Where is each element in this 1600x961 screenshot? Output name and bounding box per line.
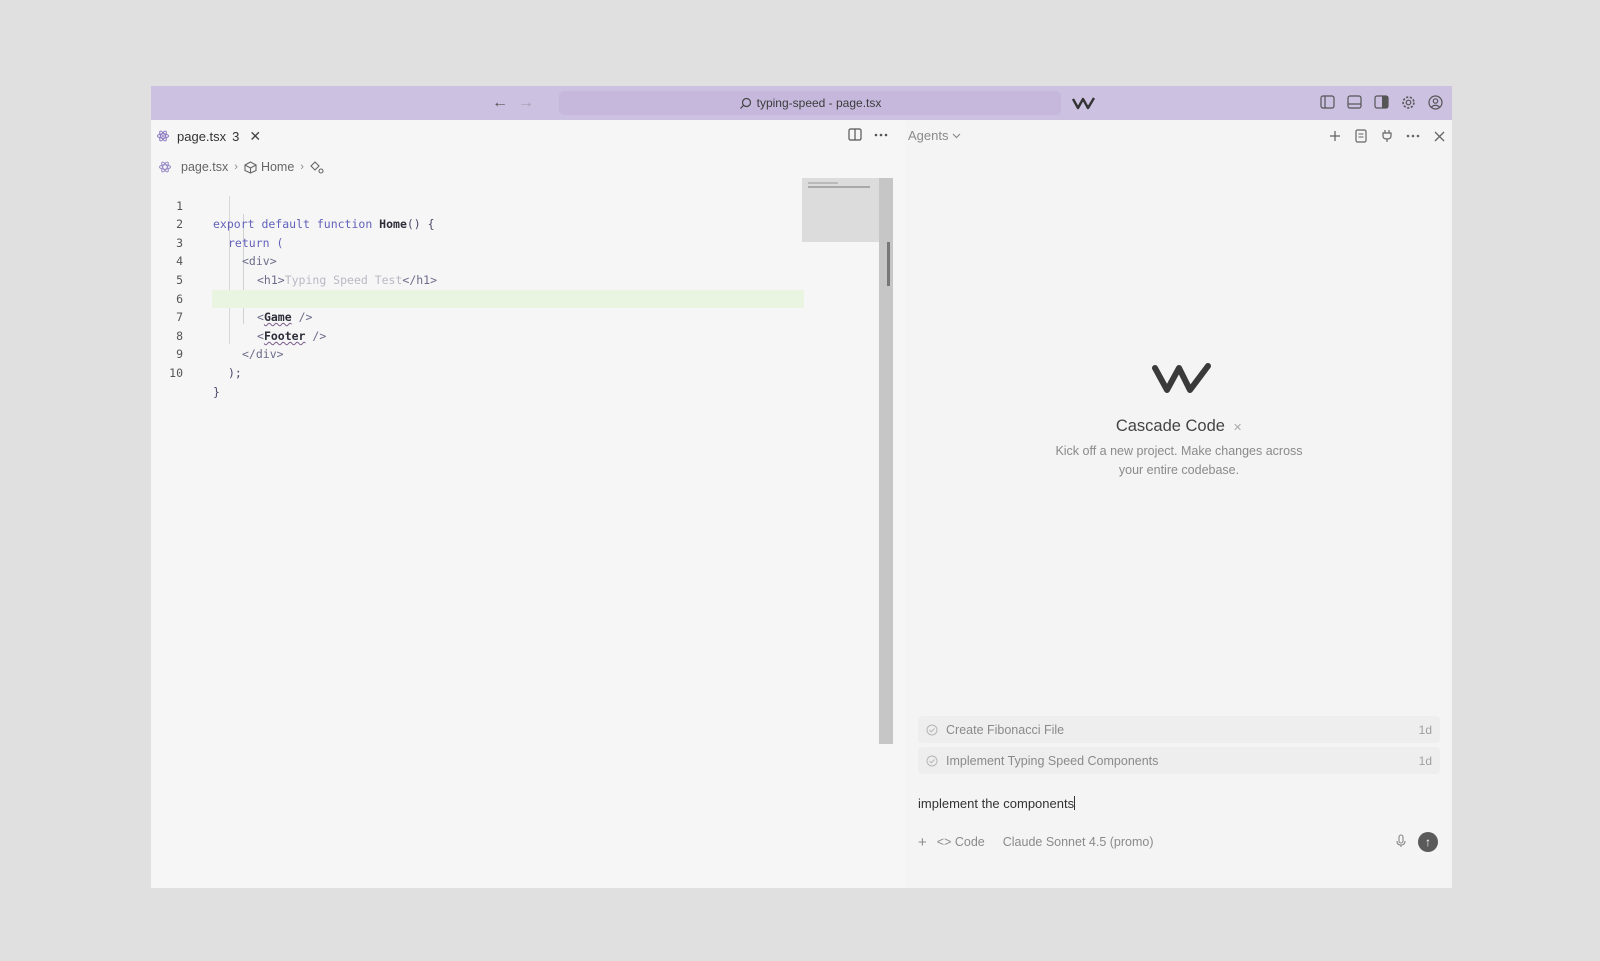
react-file-icon <box>159 161 171 173</box>
code-line: 1 export default function Home() { <box>151 178 811 232</box>
line-number: 10 <box>169 365 183 380</box>
minimap[interactable] <box>802 178 880 242</box>
check-circle-icon <box>926 724 938 735</box>
code-line: 2 return ( <box>151 197 811 250</box>
cascade-welcome: Cascade Code ✕ Kick off a new project. Ma… <box>906 360 1452 480</box>
send-button[interactable]: ↑ <box>1418 832 1438 852</box>
back-arrow-icon[interactable]: ← <box>489 92 511 114</box>
breadcrumb-file[interactable]: page.tsx <box>181 160 228 174</box>
toggle-primary-sidebar-icon[interactable] <box>1318 93 1336 111</box>
minimap-line <box>808 182 838 184</box>
history-age: 1d <box>1418 722 1432 737</box>
code-line: 6 <Game /> <box>151 271 811 325</box>
mode-selector[interactable]: <> Code <box>937 835 985 849</box>
breadcrumb: page.tsx › Home › <box>159 157 325 177</box>
tab-problem-count: 3 <box>232 128 240 144</box>
tab-close-icon[interactable]: ✕ <box>249 128 261 145</box>
chat-input-box: implement the components + <> Code Claud… <box>906 780 1452 888</box>
chat-input[interactable]: implement the components <box>918 796 1075 811</box>
editor-scrollbar[interactable] <box>879 178 893 744</box>
layout-controls <box>1318 93 1444 111</box>
settings-gear-icon[interactable] <box>1399 93 1417 111</box>
hero-description: Kick off a new project. Make changes acr… <box>1055 444 1303 477</box>
breadcrumb-symbol[interactable]: Home <box>261 160 294 174</box>
breadcrumb-chevron-icon: › <box>300 161 304 173</box>
history-title: Create Fibonacci File <box>946 722 1065 737</box>
code-line-current: 7 <Footer /> <box>151 289 811 343</box>
agents-dropdown[interactable]: Agents <box>908 128 961 143</box>
history-title: Implement Typing Speed Components <box>946 753 1159 768</box>
history-age: 1d <box>1418 753 1432 768</box>
more-options-icon[interactable] <box>1404 127 1422 145</box>
microphone-icon[interactable] <box>1396 833 1406 851</box>
close-panel-icon[interactable] <box>1430 127 1448 145</box>
editor-actions <box>848 128 888 141</box>
hero-title: Cascade Code ✕ <box>906 417 1452 436</box>
scrollbar-marker <box>887 242 890 286</box>
agent-actions <box>1326 127 1448 145</box>
history-document-icon[interactable] <box>1352 127 1370 145</box>
history-item[interactable]: Implement Typing Speed Components 1d <box>918 747 1440 774</box>
react-file-icon <box>157 130 169 142</box>
plug-icon[interactable] <box>1378 127 1396 145</box>
conversation-history: Create Fibonacci File 1d Implement Typin… <box>918 716 1440 778</box>
title-bar: ← → typing-speed - page.tsx <box>151 86 1452 120</box>
minimap-line <box>808 186 870 188</box>
toggle-panel-icon[interactable] <box>1345 93 1363 111</box>
code-line: 9 ); <box>151 327 811 380</box>
add-context-button[interactable]: + <box>918 834 927 851</box>
account-icon[interactable] <box>1426 93 1444 111</box>
code-editor[interactable]: 1 export default function Home() { 2 ret… <box>151 178 811 399</box>
command-center-text: typing-speed - page.tsx <box>756 96 882 110</box>
code-text: ); <box>228 365 242 380</box>
code-line: 10 } <box>151 345 811 399</box>
code-line: 8 </div> <box>151 308 811 362</box>
forward-arrow-icon[interactable]: → <box>515 92 537 114</box>
command-center-search[interactable]: typing-speed - page.tsx <box>559 91 1061 115</box>
windsurf-logo-icon <box>1072 97 1096 110</box>
dismiss-icon[interactable]: ✕ <box>1233 422 1242 434</box>
code-line: 4 <h1>Typing Speed Test</h1> <box>151 234 811 287</box>
more-actions-icon[interactable] <box>874 133 888 137</box>
hero-title-text: Cascade Code <box>1115 417 1225 435</box>
breadcrumb-chevron-icon: › <box>234 161 238 173</box>
toggle-secondary-sidebar-icon[interactable] <box>1372 93 1390 111</box>
history-item[interactable]: Create Fibonacci File 1d <box>918 716 1440 743</box>
code-line: 3 <div> <box>151 215 811 269</box>
code-line: 5 <Header /> <box>151 252 811 306</box>
model-selector[interactable]: Claude Sonnet 4.5 (promo) <box>1003 835 1154 849</box>
agent-panel: Agents Cascade Code ✕ Kick off a new pro… <box>906 120 1452 888</box>
symbol-module-icon <box>244 160 257 174</box>
windsurf-logo-icon <box>1152 363 1211 393</box>
chevron-down-icon <box>953 133 961 138</box>
tab-label: page.tsx <box>177 128 227 144</box>
sparkle-shapes-icon[interactable] <box>310 160 325 174</box>
check-circle-icon <box>926 755 938 766</box>
ide-window: ← → typing-speed - page.tsx page.tsx 3 ✕… <box>151 86 1452 888</box>
agents-title: Agents <box>908 128 949 143</box>
new-chat-plus-icon[interactable] <box>1326 127 1344 145</box>
editor-tab-page-tsx[interactable]: page.tsx 3 ✕ <box>151 120 261 152</box>
split-editor-icon[interactable] <box>848 128 862 141</box>
agent-panel-header: Agents <box>906 120 1452 152</box>
chat-input-toolbar: + <> Code Claude Sonnet 4.5 (promo) ↑ <box>918 832 1438 852</box>
code-text: } <box>213 384 220 399</box>
search-icon <box>739 97 751 109</box>
editor-area: page.tsx 3 ✕ page.tsx › Home › 1 export … <box>151 120 906 888</box>
